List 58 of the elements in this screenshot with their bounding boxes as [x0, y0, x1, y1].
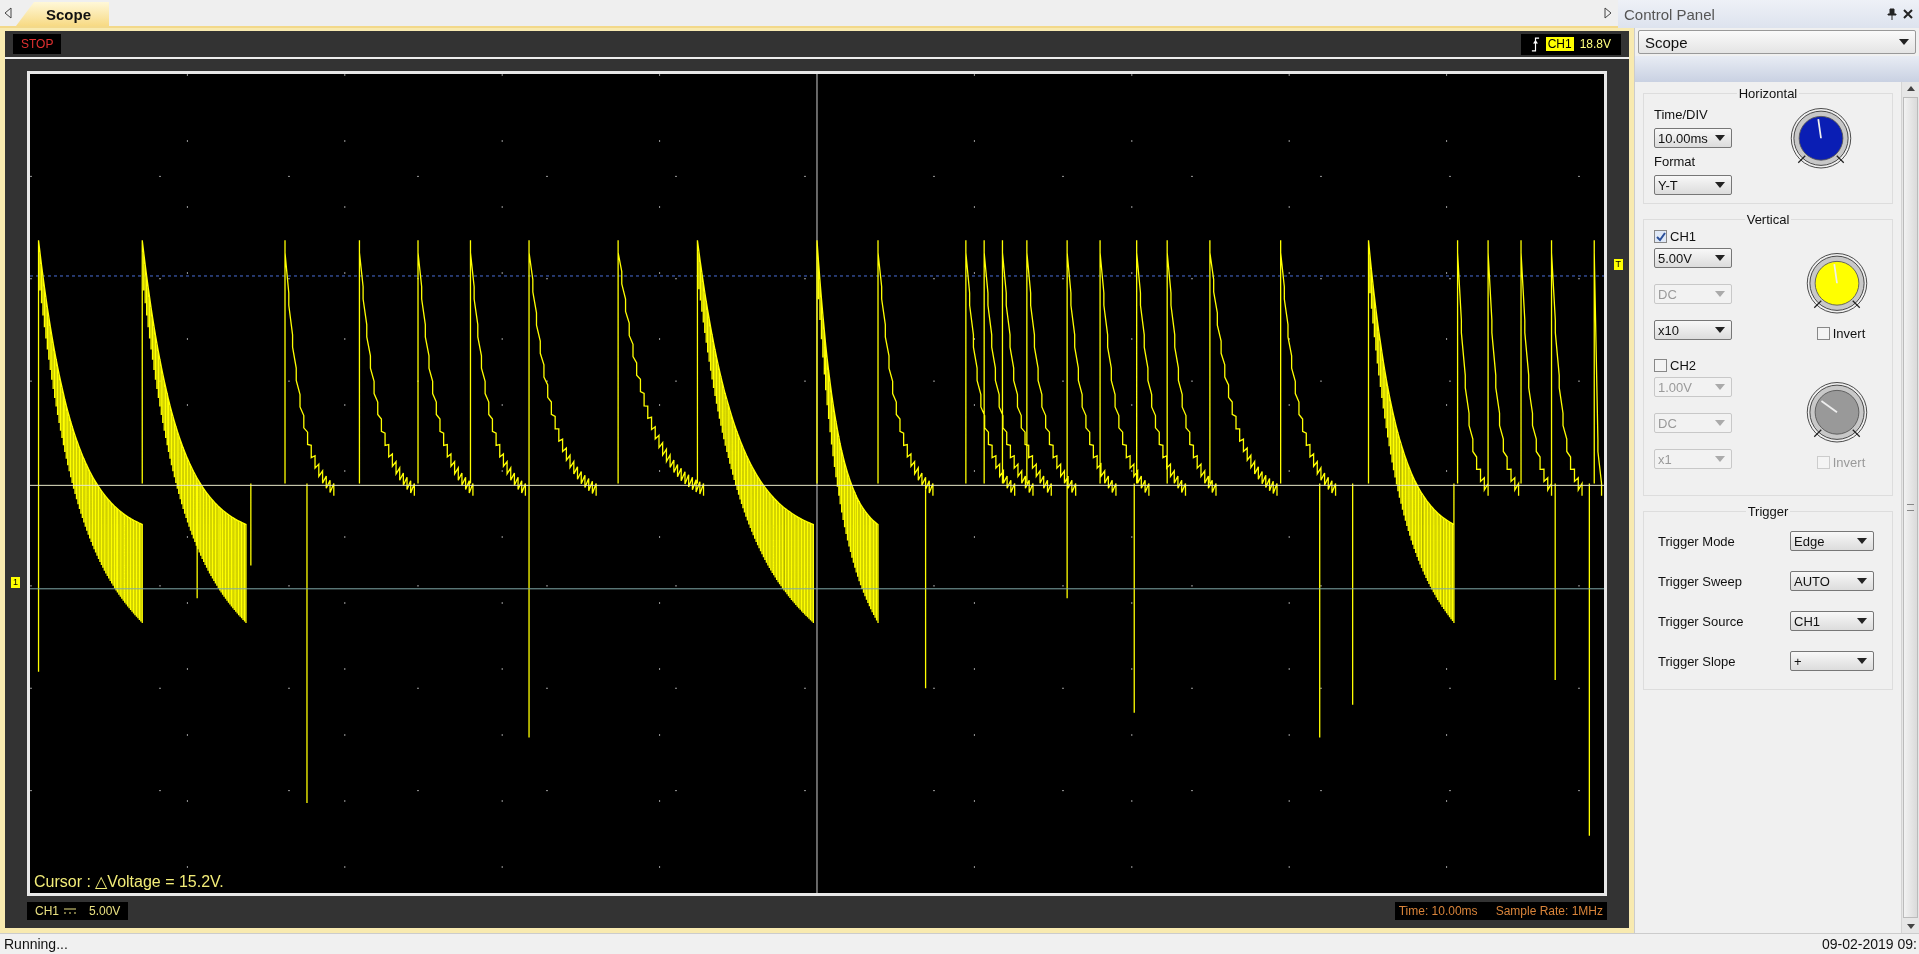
channel-marker[interactable]: 1	[11, 577, 20, 588]
scroll-down-icon[interactable]	[1906, 924, 1915, 929]
caret-icon	[1857, 618, 1867, 624]
rising-edge-icon	[1530, 36, 1540, 52]
channel-label: CH1	[35, 904, 59, 918]
channel-checkbox[interactable]: CH1	[1654, 229, 1882, 244]
field-label: Trigger Source	[1658, 613, 1744, 629]
field-label: Trigger Sweep	[1658, 573, 1743, 589]
dropdown[interactable]: AUTO	[1790, 571, 1874, 591]
tab[interactable]: Scope	[16, 2, 109, 26]
dropdown[interactable]: Y-T	[1654, 175, 1732, 195]
channel-checkbox[interactable]: CH2	[1654, 358, 1882, 373]
caret-icon	[1715, 291, 1725, 297]
caret-icon	[1857, 538, 1867, 544]
dropdown[interactable]: CH1	[1790, 611, 1874, 631]
field-label: Trigger Slope	[1658, 653, 1736, 669]
caret-icon	[1715, 182, 1725, 188]
group-title: Vertical	[1745, 212, 1791, 227]
caret-icon	[1715, 255, 1725, 261]
caret-icon	[1857, 578, 1867, 584]
mode-dropdown[interactable]: Scope	[1638, 30, 1916, 54]
caret-icon	[1715, 135, 1725, 141]
caret-icon	[1715, 420, 1725, 426]
run-state-indicator[interactable]: STOP	[13, 34, 62, 54]
close-icon[interactable]	[1903, 9, 1913, 19]
field-label: Trigger Mode	[1658, 533, 1735, 549]
time-readout: Time: 10.00ms	[1398, 904, 1478, 918]
scroll-up-icon[interactable]	[1906, 86, 1915, 91]
sample-rate: Sample Rate: 1MHz	[1495, 904, 1603, 918]
group-title: Trigger	[1746, 504, 1790, 519]
caret-icon	[1857, 658, 1867, 664]
dropdown[interactable]: +	[1790, 651, 1874, 671]
dropdown[interactable]: x10	[1654, 320, 1732, 340]
invert-checkbox[interactable]: Invert	[1816, 326, 1866, 341]
caret-icon	[1899, 39, 1909, 45]
field-label: Format	[1654, 154, 1697, 169]
caret-icon	[1715, 327, 1725, 333]
dropdown[interactable]: 10.00ms	[1654, 128, 1732, 148]
scrollbar[interactable]	[1901, 82, 1919, 933]
checkmark-icon	[1655, 231, 1666, 242]
field-label: Time/DIV	[1654, 107, 1709, 122]
pin-icon[interactable]	[1887, 8, 1897, 20]
scroll-left-icon[interactable]	[4, 7, 12, 19]
trigger-level: 18.8V	[1579, 37, 1611, 51]
caret-icon	[1715, 456, 1725, 462]
dropdown[interactable]: 5.00V	[1654, 248, 1732, 268]
scroll-right-icon[interactable]	[1604, 7, 1612, 19]
cursor-readout: Cursor : △Voltage = 15.2V.	[34, 872, 224, 891]
caret-icon	[1715, 384, 1725, 390]
dc-coupling-icon	[63, 907, 77, 915]
group-title: Horizontal	[1737, 86, 1799, 101]
dropdown[interactable]: Edge	[1790, 531, 1874, 551]
trigger-marker[interactable]: T	[1613, 259, 1623, 270]
status-message: Running...	[4, 936, 68, 952]
status-datetime: 09-02-2019 09:	[1822, 936, 1917, 952]
channel-label: CH1	[1545, 37, 1574, 51]
volts-per-div: 5.00V	[89, 904, 121, 918]
panel-title: Control Panel	[1624, 5, 1716, 23]
